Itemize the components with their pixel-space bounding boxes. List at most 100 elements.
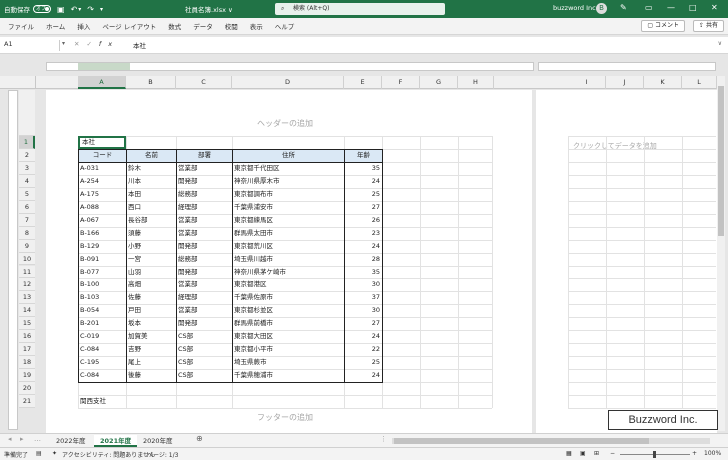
row-header[interactable]: 21: [19, 395, 35, 408]
table-cell[interactable]: 戸田: [126, 304, 176, 317]
row-header[interactable]: 18: [19, 356, 35, 370]
horizontal-scrollbar[interactable]: [392, 438, 710, 444]
sheet-tab-2022[interactable]: 2022年度: [50, 435, 92, 447]
tab-help[interactable]: ヘルプ: [275, 21, 295, 31]
close-icon[interactable]: ✕: [711, 3, 718, 12]
table-cell[interactable]: B-166: [78, 227, 126, 240]
table-cell[interactable]: 西口: [126, 201, 176, 214]
table-cell[interactable]: 28: [344, 253, 382, 266]
tab-data[interactable]: データ: [193, 21, 213, 31]
table-cell[interactable]: 一宮: [126, 253, 176, 266]
table-cell[interactable]: 26: [344, 214, 382, 227]
page-break-view-icon[interactable]: ⊞: [594, 450, 599, 457]
tab-page-layout[interactable]: ページ レイアウト: [102, 21, 156, 31]
table-cell[interactable]: A-088: [78, 201, 126, 214]
row-header[interactable]: 6: [19, 200, 35, 214]
table-cell[interactable]: 加賀美: [126, 330, 176, 343]
table-cell[interactable]: 経理部: [176, 291, 232, 304]
table-cell[interactable]: CS部: [176, 330, 232, 343]
undo-icon[interactable]: ↶: [71, 5, 78, 14]
vertical-scrollbar[interactable]: [717, 76, 725, 431]
zoom-out-icon[interactable]: −: [610, 450, 615, 457]
table-cell[interactable]: 35: [344, 162, 382, 175]
tab-file[interactable]: ファイル: [8, 21, 34, 31]
table-cell[interactable]: 埼玉県蕨市: [232, 356, 344, 369]
table-cell[interactable]: 千葉県佐原市: [232, 291, 344, 304]
table-cell[interactable]: A-031: [78, 162, 126, 175]
row-header[interactable]: 2: [19, 148, 35, 162]
table-cell[interactable]: 開発部: [176, 317, 232, 330]
table-cell[interactable]: 35: [344, 266, 382, 279]
table-cell[interactable]: 営業部: [176, 278, 232, 291]
table-cell[interactable]: 経理部: [176, 201, 232, 214]
table-header-cell[interactable]: 部署: [176, 148, 233, 163]
table-cell[interactable]: B-100: [78, 278, 126, 291]
table-cell[interactable]: B-201: [78, 317, 126, 330]
table-cell[interactable]: 後藤: [126, 369, 176, 382]
search-input[interactable]: ⌕ 検索 (Alt+Q): [275, 3, 445, 15]
table-cell[interactable]: 群馬県太田市: [232, 227, 344, 240]
select-all-button[interactable]: [0, 76, 36, 89]
sheet-tab-2020[interactable]: 2020年度: [137, 435, 179, 447]
table-cell[interactable]: 東京都千代田区: [232, 162, 344, 175]
table-cell[interactable]: C-084: [78, 343, 126, 356]
column-header-c[interactable]: C: [176, 76, 232, 89]
table-cell[interactable]: 東京都小平市: [232, 343, 344, 356]
table-cell[interactable]: CS部: [176, 369, 232, 382]
table-cell[interactable]: 総務部: [176, 253, 232, 266]
normal-view-icon[interactable]: ▦: [566, 450, 572, 457]
row-header[interactable]: 3: [19, 161, 35, 175]
table-cell[interactable]: A-254: [78, 175, 126, 188]
table-cell[interactable]: 開発部: [176, 175, 232, 188]
column-header-d[interactable]: D: [232, 76, 344, 89]
table-cell[interactable]: 東京都港区: [232, 278, 344, 291]
table-cell[interactable]: CS部: [176, 356, 232, 369]
row-header[interactable]: 7: [19, 213, 35, 227]
table-cell[interactable]: 24: [344, 330, 382, 343]
name-box-dropdown-icon[interactable]: ▾: [62, 40, 65, 47]
table-cell[interactable]: B-077: [78, 266, 126, 279]
save-icon[interactable]: ▣: [57, 5, 65, 14]
row-header[interactable]: 1: [19, 136, 35, 149]
horizontal-scrollbar-thumb[interactable]: [394, 438, 649, 444]
name-box[interactable]: A1: [4, 40, 60, 51]
table-cell[interactable]: 東京都荒川区: [232, 240, 344, 253]
column-header-e[interactable]: E: [344, 76, 382, 89]
accessibility-status[interactable]: アクセシビリティ: 問題ありません: [62, 450, 155, 459]
page-layout-view-icon[interactable]: ▣: [580, 450, 586, 457]
formula-input[interactable]: 本社: [133, 40, 146, 50]
table-cell[interactable]: 吉野: [126, 343, 176, 356]
customize-toolbar-icon[interactable]: ▾: [100, 6, 103, 13]
table-header-cell[interactable]: 年齢: [344, 148, 383, 163]
table-cell[interactable]: 開発部: [176, 240, 232, 253]
table-cell[interactable]: 尾上: [126, 356, 176, 369]
table-cell[interactable]: 27: [344, 317, 382, 330]
table-cell[interactable]: B-054: [78, 304, 126, 317]
row-header[interactable]: 10: [19, 252, 35, 266]
cell-a1[interactable]: 本社: [78, 136, 126, 149]
zoom-in-icon[interactable]: +: [692, 450, 697, 457]
expand-formula-bar-icon[interactable]: ∨: [718, 40, 722, 47]
autosave-toggle[interactable]: オフ: [33, 5, 51, 13]
redo-icon[interactable]: ↷: [87, 5, 94, 14]
minimize-icon[interactable]: —: [667, 3, 675, 12]
tab-review[interactable]: 校閲: [225, 21, 238, 31]
table-cell[interactable]: 東京都調布市: [232, 188, 344, 201]
table-cell[interactable]: 東京都練馬区: [232, 214, 344, 227]
table-cell[interactable]: 神奈川県厚木市: [232, 175, 344, 188]
column-header-a[interactable]: A: [78, 76, 126, 89]
cell-a21[interactable]: 関西支社: [78, 395, 138, 408]
table-cell[interactable]: 営業部: [176, 227, 232, 240]
prev-sheet-icon[interactable]: ◂: [8, 435, 12, 443]
table-cell[interactable]: 山羽: [126, 266, 176, 279]
next-sheet-icon[interactable]: ▸: [20, 435, 24, 443]
table-cell[interactable]: 25: [344, 356, 382, 369]
table-cell[interactable]: 佐藤: [126, 291, 176, 304]
table-cell[interactable]: 神奈川県茅ケ崎市: [232, 266, 344, 279]
table-cell[interactable]: 埼玉県川越市: [232, 253, 344, 266]
table-header-cell[interactable]: 名前: [126, 148, 177, 163]
table-cell[interactable]: 千葉県穂浦市: [232, 369, 344, 382]
user-name[interactable]: buzzword Inc.: [553, 4, 598, 12]
column-header-k[interactable]: K: [644, 76, 682, 89]
row-header[interactable]: 13: [19, 291, 35, 305]
